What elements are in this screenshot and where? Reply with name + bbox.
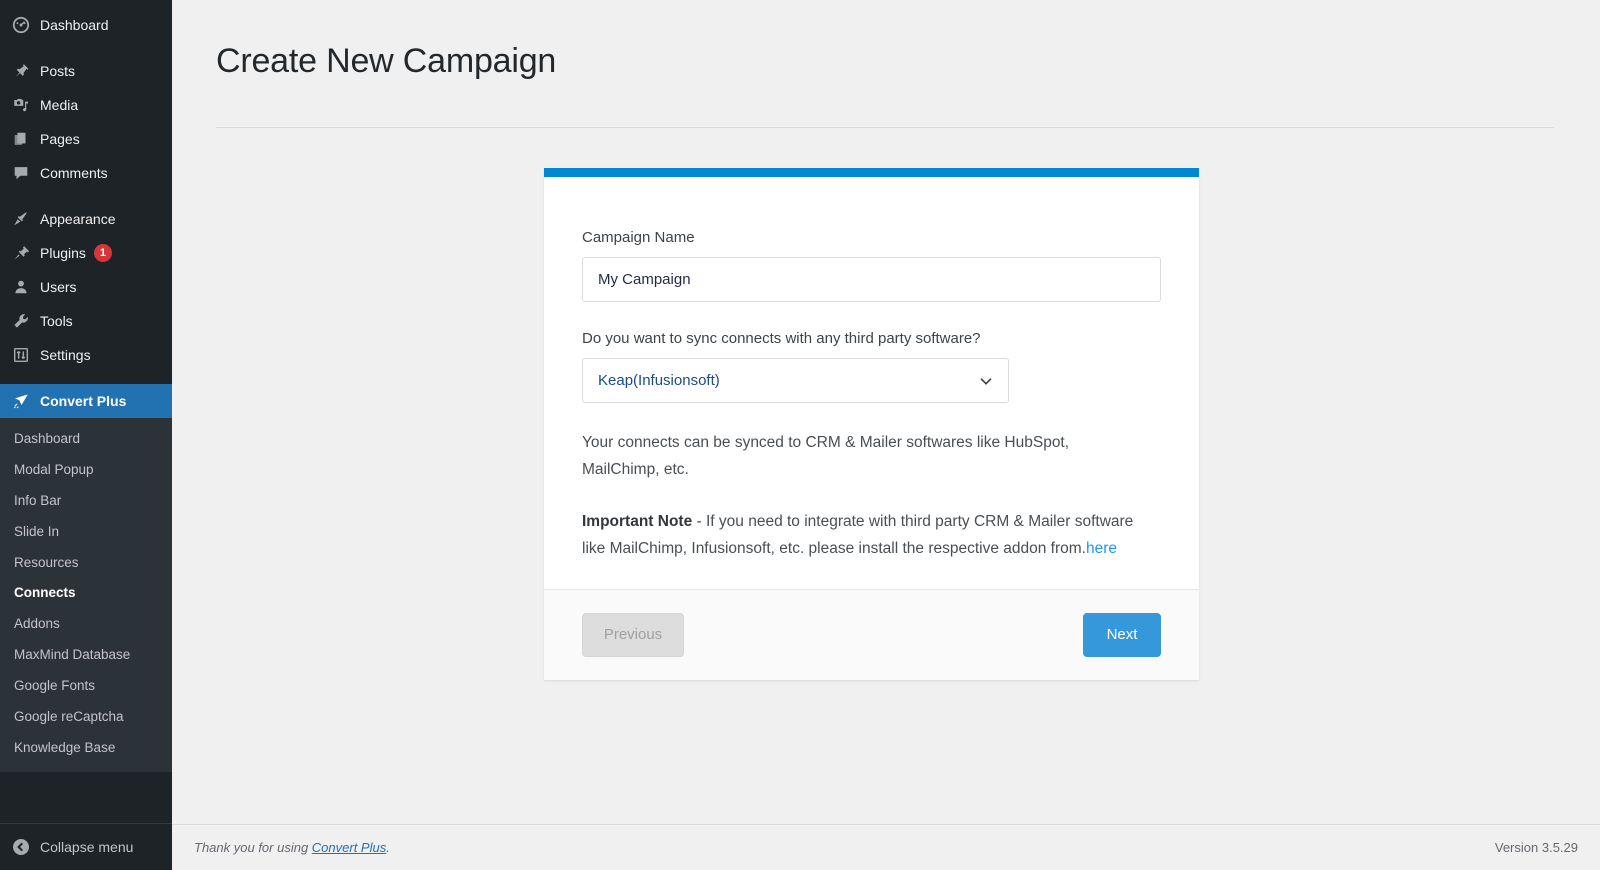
- sidebar-item-media[interactable]: Media: [0, 88, 172, 122]
- convert-plus-icon: [11, 391, 31, 411]
- submenu-item-dashboard[interactable]: Dashboard: [0, 424, 172, 455]
- submenu-item-knowledge-base[interactable]: Knowledge Base: [0, 733, 172, 764]
- card-container: Campaign Name Do you want to sync connec…: [172, 128, 1600, 680]
- sidebar-item-label: Appearance: [40, 211, 116, 227]
- submenu-item-maxmind-database[interactable]: MaxMind Database: [0, 640, 172, 671]
- sidebar-item-dashboard[interactable]: Dashboard: [0, 8, 172, 42]
- pages-icon: [11, 129, 31, 149]
- sidebar-divider: [0, 372, 172, 384]
- page-footer: Thank you for using Convert Plus. Versio…: [172, 824, 1600, 870]
- third-party-select-wrapper: Keap(Infusionsoft): [582, 358, 1009, 403]
- submenu-item-connects[interactable]: Connects: [0, 578, 172, 609]
- dashboard-icon: [11, 15, 31, 35]
- footer-thanks-suffix: .: [386, 840, 390, 855]
- media-icon: [11, 95, 31, 115]
- sidebar-item-label: Settings: [40, 347, 91, 363]
- campaign-name-input[interactable]: [582, 257, 1161, 302]
- submenu-item-modal-popup[interactable]: Modal Popup: [0, 455, 172, 486]
- third-party-select-value: Keap(Infusionsoft): [598, 372, 720, 389]
- sidebar-item-label: Posts: [40, 63, 76, 79]
- sidebar-menu: Dashboard Posts Media Pages Comments App…: [0, 0, 172, 772]
- sync-help-text: Your connects can be synced to CRM & Mai…: [582, 434, 1070, 478]
- third-party-select[interactable]: Keap(Infusionsoft): [582, 358, 1009, 403]
- campaign-wizard-card: Campaign Name Do you want to sync connec…: [544, 168, 1199, 680]
- sidebar-item-label: Pages: [40, 131, 80, 147]
- sidebar-item-comments[interactable]: Comments: [0, 156, 172, 190]
- sidebar-item-label: Plugins: [40, 245, 86, 261]
- campaign-name-label: Campaign Name: [582, 229, 695, 246]
- sidebar-item-posts[interactable]: Posts: [0, 54, 172, 88]
- convert-plus-submenu: Dashboard Modal Popup Info Bar Slide In …: [0, 418, 172, 772]
- sidebar-divider: [0, 190, 172, 202]
- submenu-item-addons[interactable]: Addons: [0, 609, 172, 640]
- submenu-item-resources[interactable]: Resources: [0, 548, 172, 579]
- previous-button[interactable]: Previous: [582, 612, 684, 657]
- submenu-item-slide-in[interactable]: Slide In: [0, 517, 172, 548]
- footer-thanks: Thank you for using Convert Plus.: [194, 840, 390, 855]
- sidebar-divider: [0, 42, 172, 54]
- page-title: Create New Campaign: [216, 42, 557, 80]
- sidebar-item-convert-plus[interactable]: Convert Plus: [0, 384, 172, 418]
- comment-icon: [11, 163, 31, 183]
- sidebar-item-label: Convert Plus: [40, 393, 127, 409]
- plug-icon: [11, 243, 31, 263]
- sidebar-item-label: Dashboard: [40, 17, 109, 33]
- addon-here-link[interactable]: here: [1086, 540, 1117, 557]
- admin-sidebar: Dashboard Posts Media Pages Comments App…: [0, 0, 172, 870]
- important-note: Important Note - If you need to integrat…: [582, 509, 1142, 562]
- sidebar-item-pages[interactable]: Pages: [0, 122, 172, 156]
- card-body: Campaign Name Do you want to sync connec…: [544, 177, 1199, 589]
- collapse-menu-container: Collapse menu: [0, 823, 172, 870]
- sidebar-item-appearance[interactable]: Appearance: [0, 202, 172, 236]
- main-content: Create New Campaign Campaign Name Do you…: [172, 0, 1600, 870]
- card-footer: Previous Next: [544, 588, 1199, 680]
- version-label: Version 3.5.29: [1494, 840, 1578, 855]
- pin-icon: [11, 61, 31, 81]
- sliders-icon: [11, 345, 31, 365]
- next-button[interactable]: Next: [1083, 612, 1161, 657]
- footer-thanks-prefix: Thank you for using: [194, 840, 312, 855]
- submenu-item-google-fonts[interactable]: Google Fonts: [0, 671, 172, 702]
- sidebar-item-settings[interactable]: Settings: [0, 338, 172, 372]
- sidebar-item-label: Users: [40, 279, 77, 295]
- card-accent-bar: [544, 168, 1199, 177]
- sidebar-item-label: Comments: [40, 165, 108, 181]
- sidebar-item-label: Tools: [40, 313, 73, 329]
- wordpress-admin-screen: Dashboard Posts Media Pages Comments App…: [0, 0, 1600, 870]
- convert-plus-link[interactable]: Convert Plus: [312, 840, 386, 855]
- sidebar-item-users[interactable]: Users: [0, 270, 172, 304]
- field-spacer: [582, 302, 1161, 330]
- user-icon: [11, 277, 31, 297]
- collapse-menu-label: Collapse menu: [40, 839, 134, 855]
- collapse-menu-button[interactable]: Collapse menu: [0, 824, 172, 870]
- plugins-update-badge: 1: [93, 244, 112, 262]
- submenu-item-google-recaptcha[interactable]: Google reCaptcha: [0, 702, 172, 733]
- wrench-icon: [11, 311, 31, 331]
- brush-icon: [11, 209, 31, 229]
- important-note-title: Important Note: [582, 513, 693, 531]
- sidebar-item-tools[interactable]: Tools: [0, 304, 172, 338]
- sync-question-label: Do you want to sync connects with any th…: [582, 330, 981, 347]
- sidebar-item-label: Media: [40, 97, 79, 113]
- sidebar-item-plugins[interactable]: Plugins 1: [0, 236, 172, 270]
- submenu-item-info-bar[interactable]: Info Bar: [0, 486, 172, 517]
- chevron-left-circle-icon: [11, 837, 31, 857]
